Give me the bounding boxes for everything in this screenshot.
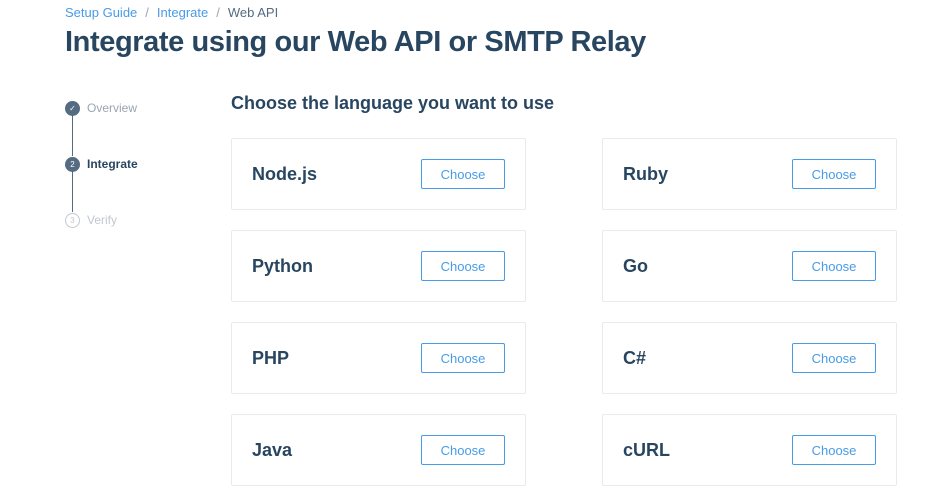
step-label: Overview [87, 101, 138, 115]
language-name: Go [623, 256, 648, 276]
language-card-ruby: Ruby Choose [602, 138, 897, 210]
page-title: Integrate using our Web API or SMTP Rela… [65, 26, 646, 58]
breadcrumb-separator: / [145, 5, 149, 20]
choose-csharp-button[interactable]: Choose [792, 343, 876, 373]
choose-curl-button[interactable]: Choose [792, 435, 876, 465]
language-name: Node.js [252, 164, 318, 184]
step-overview[interactable]: ✓ Overview [65, 100, 137, 116]
language-name: C# [623, 348, 647, 368]
section-title: Choose the language you want to use [231, 93, 555, 113]
breadcrumb-integrate-link[interactable]: Integrate [157, 5, 208, 20]
checkmark-icon: ✓ [65, 100, 80, 116]
choose-go-button[interactable]: Choose [792, 251, 876, 281]
language-card-curl: cURL Choose [602, 414, 897, 486]
language-card-go: Go Choose [602, 230, 897, 302]
breadcrumb-current: Web API [227, 5, 279, 20]
step-integrate: 2 Integrate [65, 156, 138, 172]
choose-java-button[interactable]: Choose [421, 435, 505, 465]
language-card-java: Java Choose [231, 414, 526, 486]
language-name: Java [252, 440, 293, 460]
language-name: Python [252, 256, 313, 276]
breadcrumb: Setup Guide / Integrate / Web API [65, 5, 278, 21]
step-number-badge: 3 [65, 212, 80, 228]
step-label: Verify [87, 213, 118, 227]
choose-nodejs-button[interactable]: Choose [421, 159, 505, 189]
language-name: cURL [623, 440, 671, 460]
language-name: PHP [252, 348, 290, 368]
step-label: Integrate [87, 157, 138, 171]
language-card-csharp: C# Choose [602, 322, 897, 394]
choose-ruby-button[interactable]: Choose [792, 159, 876, 189]
step-verify: 3 Verify [65, 212, 117, 228]
language-card-php: PHP Choose [231, 322, 526, 394]
breadcrumb-separator: / [216, 5, 220, 20]
choose-php-button[interactable]: Choose [421, 343, 505, 373]
step-connector [72, 115, 73, 156]
step-number-badge: 2 [65, 156, 80, 172]
language-card-python: Python Choose [231, 230, 526, 302]
choose-python-button[interactable]: Choose [421, 251, 505, 281]
step-connector [72, 171, 73, 212]
language-card-nodejs: Node.js Choose [231, 138, 526, 210]
language-name: Ruby [623, 164, 668, 184]
breadcrumb-setup-guide-link[interactable]: Setup Guide [65, 5, 137, 20]
